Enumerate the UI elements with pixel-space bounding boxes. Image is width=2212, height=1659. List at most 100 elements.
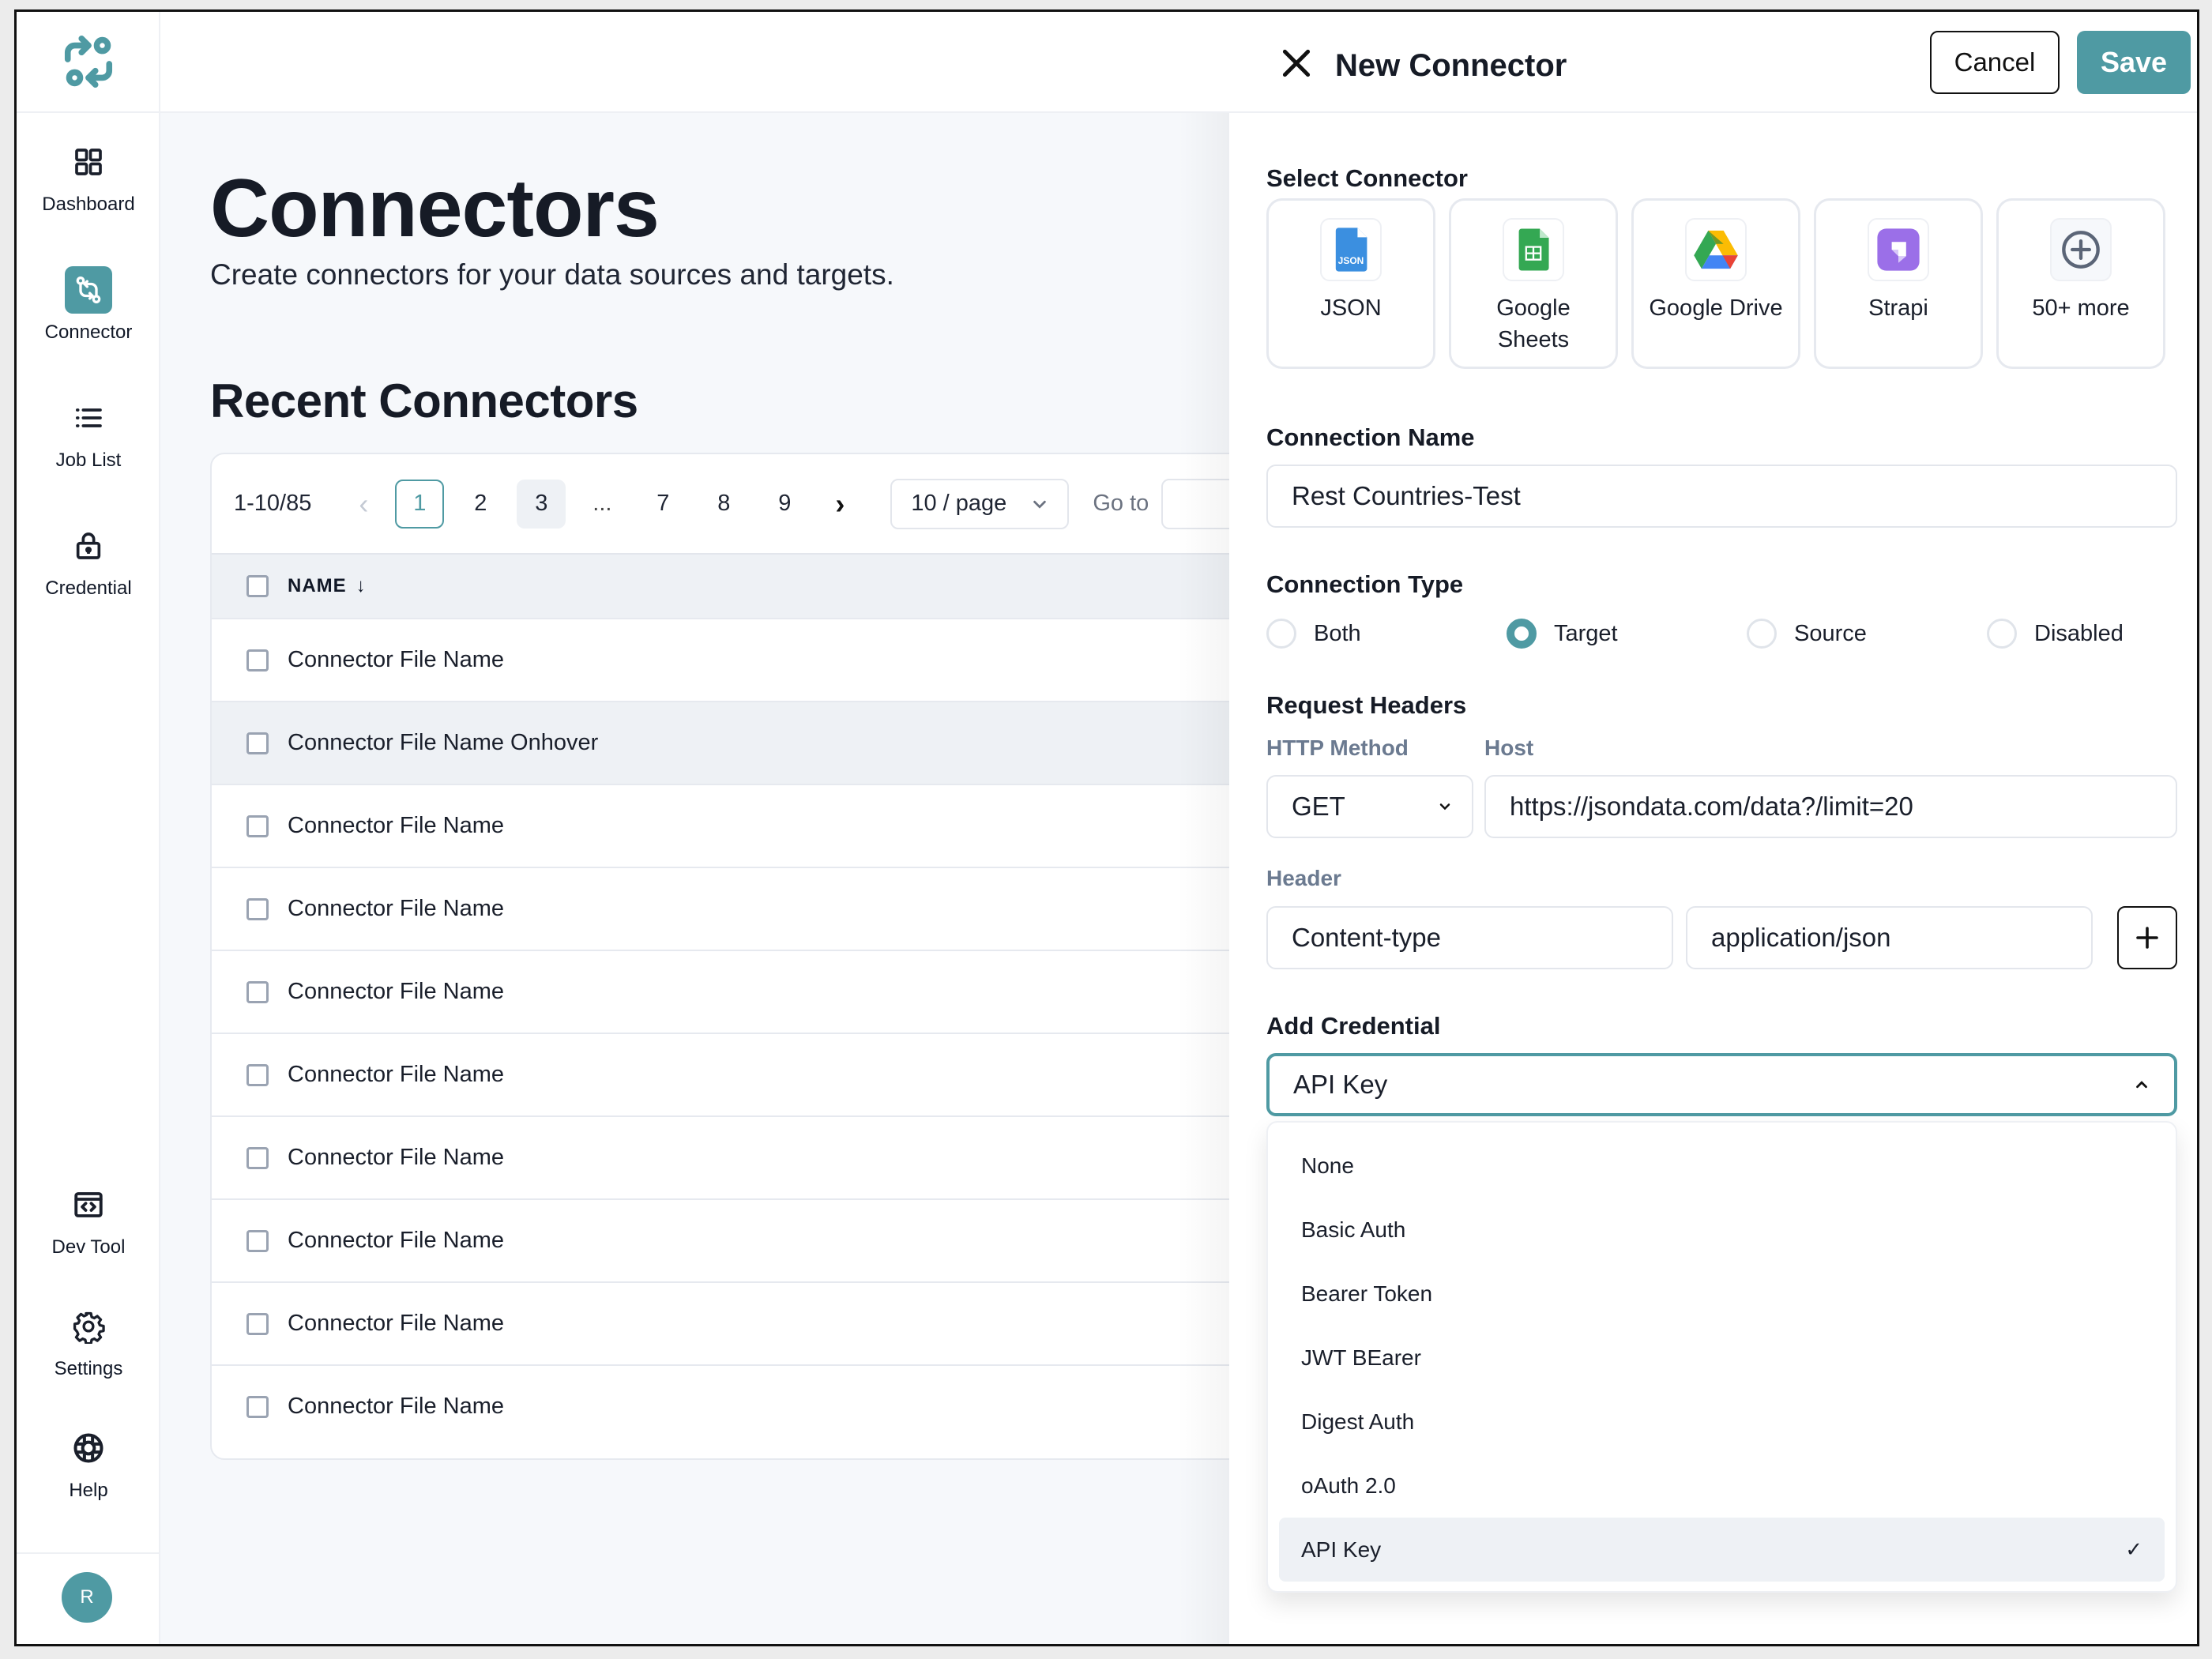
sidebar-item-credential[interactable]: Credential — [17, 522, 160, 600]
connector-card-strapi[interactable]: Strapi — [1814, 198, 1983, 369]
page-button[interactable]: 2 — [456, 480, 505, 529]
sidebar-item-connector[interactable]: Connector — [17, 266, 160, 344]
table-row[interactable]: Connector File Name — [212, 618, 1315, 701]
sidebar-item-settings[interactable]: Settings — [17, 1303, 160, 1380]
drawer-title: New Connector — [1335, 48, 1567, 83]
page-button[interactable]: 7 — [638, 480, 687, 529]
pagination-range: 1-10/85 — [234, 491, 312, 516]
sidebar-item-dashboard[interactable]: Dashboard — [17, 138, 160, 216]
credential-option[interactable]: API Key ✓ — [1279, 1518, 2165, 1582]
radio-disabled[interactable]: Disabled — [1987, 619, 2124, 649]
table-row[interactable]: Connector File Name — [212, 1033, 1315, 1115]
add-credential-label: Add Credential — [1266, 1012, 1441, 1040]
http-method-select[interactable]: GET — [1266, 775, 1473, 838]
select-all-checkbox[interactable] — [246, 575, 269, 597]
pagination: 1-10/85 ‹ 1 2 3 ... 7 8 9 › 10 / page Go… — [212, 454, 1315, 553]
credential-option[interactable]: Digest Auth — [1279, 1390, 2165, 1454]
cancel-button[interactable]: Cancel — [1930, 31, 2060, 94]
grid-icon — [65, 138, 112, 186]
radio-both[interactable]: Both — [1266, 619, 1361, 649]
sidebar-item-help[interactable]: Help — [17, 1424, 160, 1502]
connectors-table: 1-10/85 ‹ 1 2 3 ... 7 8 9 › 10 / page Go… — [210, 453, 1316, 1460]
page-button[interactable]: 3 — [517, 479, 566, 529]
radio-label: Source — [1794, 620, 1867, 646]
row-checkbox[interactable] — [246, 1063, 269, 1086]
table-row[interactable]: Connector File Name Onhover — [212, 701, 1315, 784]
row-checkbox[interactable] — [246, 1229, 269, 1252]
sort-arrow-icon[interactable]: ↓ — [356, 575, 367, 597]
row-checkbox[interactable] — [246, 649, 269, 672]
row-checkbox[interactable] — [246, 814, 269, 837]
row-checkbox[interactable] — [246, 980, 269, 1003]
table-row[interactable]: Connector File Name — [212, 950, 1315, 1033]
table-row[interactable]: Connector File Name — [212, 784, 1315, 867]
chevron-right-icon[interactable]: › — [824, 487, 856, 521]
page-button[interactable]: 8 — [699, 480, 748, 529]
connection-name-input[interactable]: Rest Countries-Test — [1266, 465, 2177, 528]
table-row[interactable]: Connector File Name — [212, 867, 1315, 950]
close-icon[interactable] — [1277, 43, 1316, 83]
connector-card-google-sheets[interactable]: Google Sheets — [1449, 198, 1618, 369]
row-checkbox[interactable] — [246, 732, 269, 754]
sidebar-item-job-list[interactable]: Job List — [17, 394, 160, 472]
radio-circle-checked — [1507, 619, 1537, 649]
google-drive-icon — [1685, 218, 1747, 281]
plus-icon — [2136, 927, 2158, 949]
sidebar-item-label: Credential — [45, 577, 132, 599]
connector-name: Connector File Name — [288, 1228, 504, 1253]
header-value-input[interactable]: application/json — [1686, 906, 2093, 969]
sidebar-item-dev-tool[interactable]: Dev Tool — [17, 1181, 160, 1258]
sidebar-item-label: Settings — [54, 1358, 123, 1379]
credential-option-label: JWT BEarer — [1301, 1345, 1421, 1370]
logo[interactable] — [17, 12, 160, 113]
row-checkbox[interactable] — [246, 1312, 269, 1335]
connector-card-label: Google Sheets — [1496, 295, 1571, 352]
google-sheets-icon — [1503, 218, 1564, 281]
credential-option[interactable]: None — [1279, 1134, 2165, 1198]
credential-option[interactable]: JWT BEarer — [1279, 1326, 2165, 1390]
radio-target[interactable]: Target — [1507, 619, 1618, 649]
credential-option[interactable]: oAuth 2.0 — [1279, 1454, 2165, 1518]
add-header-button[interactable] — [2117, 906, 2177, 969]
row-checkbox[interactable] — [246, 1146, 269, 1169]
page-size-select[interactable]: 10 / page — [890, 478, 1070, 529]
page-button[interactable]: 1 — [395, 479, 445, 529]
avatar[interactable]: R — [62, 1572, 112, 1623]
code-window-icon — [65, 1181, 112, 1228]
page-button[interactable]: 9 — [760, 480, 809, 529]
page-size-value: 10 / page — [911, 491, 1007, 516]
credential-selected-value: API Key — [1293, 1070, 1388, 1099]
page-ellipsis[interactable]: ... — [577, 480, 626, 529]
header-label: Header — [1266, 866, 1341, 890]
table-row[interactable]: Connector File Name — [212, 1198, 1315, 1281]
chevron-up-icon — [2136, 1081, 2147, 1089]
radio-circle — [1266, 619, 1296, 649]
connector-name: Connector File Name — [288, 813, 504, 838]
row-checkbox[interactable] — [246, 1395, 269, 1418]
column-header-name[interactable]: NAME — [288, 575, 347, 597]
connector-name: Connector File Name — [288, 1062, 504, 1087]
chevron-down-icon — [1033, 500, 1047, 509]
header-key-input[interactable]: Content-type — [1266, 906, 1673, 969]
connector-card-label: 50+ more — [2032, 295, 2130, 321]
credential-option[interactable]: Basic Auth — [1279, 1198, 2165, 1262]
radio-source[interactable]: Source — [1747, 619, 1867, 649]
connector-card-json[interactable]: JSON JSON — [1266, 198, 1435, 369]
connector-card-label: JSON — [1320, 295, 1382, 321]
connector-card-more[interactable]: 50+ more — [1996, 198, 2165, 369]
connector-card-google-drive[interactable]: Google Drive — [1631, 198, 1800, 369]
connection-name-label: Connection Name — [1266, 423, 1475, 451]
drawer-header: New Connector Cancel Save — [1229, 12, 2197, 113]
table-row[interactable]: Connector File Name — [212, 1115, 1315, 1198]
table-row[interactable]: Connector File Name — [212, 1364, 1315, 1447]
save-button[interactable]: Save — [2077, 31, 2191, 94]
credential-select[interactable]: API Key — [1266, 1053, 2177, 1116]
app-logo-icon — [64, 36, 113, 88]
chevron-left-icon[interactable]: ‹ — [348, 487, 379, 521]
row-checkbox[interactable] — [246, 897, 269, 920]
host-input[interactable]: https://jsondata.com/data?/limit=20 — [1484, 775, 2177, 838]
page-subtitle: Create connectors for your data sources … — [210, 258, 894, 291]
table-row[interactable]: Connector File Name — [212, 1281, 1315, 1364]
sidebar-item-label: Dashboard — [42, 194, 135, 215]
credential-option[interactable]: Bearer Token — [1279, 1262, 2165, 1326]
